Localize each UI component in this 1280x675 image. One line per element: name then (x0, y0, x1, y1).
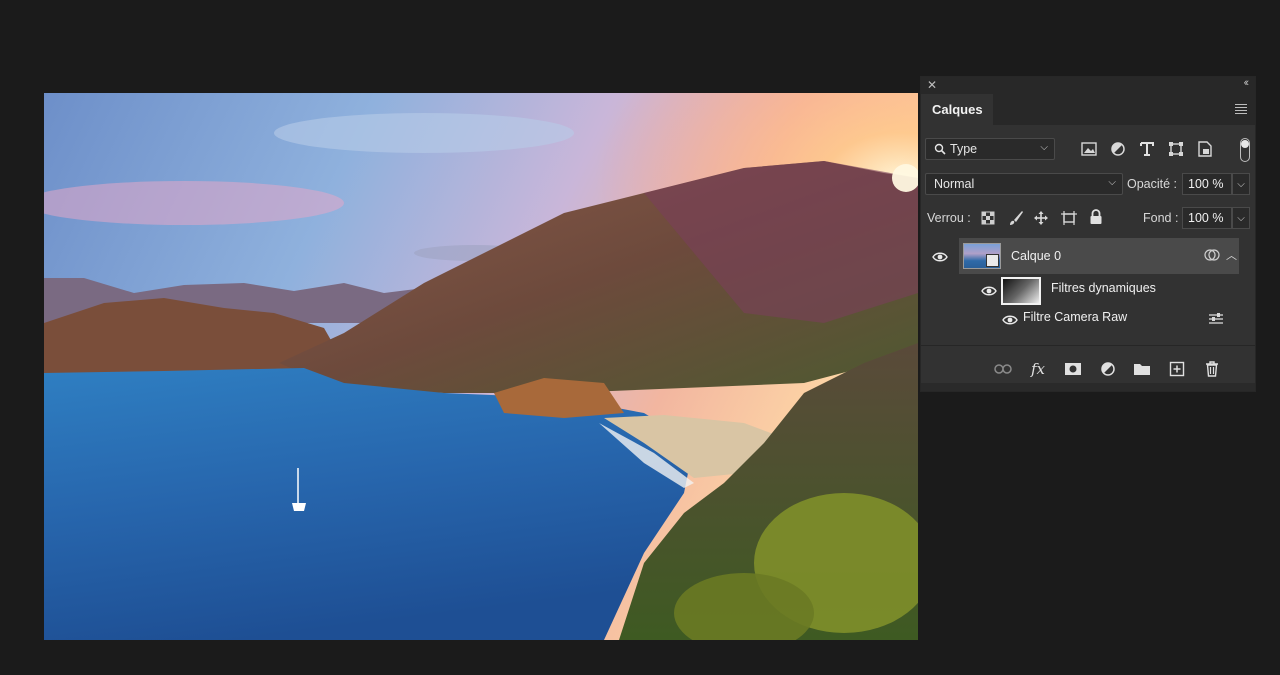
filter-toggle-switch[interactable] (1240, 138, 1250, 162)
chevron-down-icon: ⌵ (1040, 142, 1048, 153)
lock-label: Verrou : (927, 211, 971, 225)
layer-name-smart-filters[interactable]: Filtres dynamiques (1051, 281, 1156, 295)
close-icon[interactable]: ✕ (927, 78, 937, 92)
adjustment-layer-icon[interactable] (1099, 360, 1117, 378)
fill-label: Fond : (1143, 211, 1179, 225)
opacity-dropdown-button[interactable]: ⌵ (1232, 173, 1250, 195)
document-canvas[interactable] (44, 93, 918, 640)
layer-mask-icon[interactable] (1064, 360, 1082, 378)
shape-filter-icon[interactable] (1167, 140, 1185, 158)
search-icon (934, 143, 946, 155)
link-layers-icon[interactable] (994, 360, 1012, 378)
layer-name-camera-raw-filter[interactable]: Filtre Camera Raw (1023, 310, 1127, 324)
image-filter-icon[interactable] (1080, 140, 1098, 158)
visibility-eye-icon[interactable] (932, 251, 948, 263)
fill-value: 100 % (1188, 211, 1224, 225)
blend-mode-value: Normal (934, 177, 975, 191)
smart-filter-mask-thumbnail[interactable] (1001, 277, 1041, 305)
chevron-down-icon: ⌵ (1108, 177, 1116, 188)
new-layer-icon[interactable] (1168, 360, 1186, 378)
layer-name-calque-0[interactable]: Calque 0 (1011, 249, 1061, 263)
opacity-input[interactable]: 100 % (1182, 173, 1232, 195)
panel-resize-handle[interactable] (921, 383, 1255, 391)
panel-title-bar: ✕ ‹‹ (921, 77, 1255, 94)
chevron-up-icon[interactable]: ︿ (1226, 247, 1237, 263)
smart-object-filter-icon[interactable] (1196, 140, 1214, 158)
visibility-eye-icon[interactable] (981, 285, 997, 297)
landscape-photo (44, 93, 918, 640)
lock-all-icon[interactable] (1087, 208, 1105, 226)
lock-transparency-icon[interactable] (979, 209, 997, 227)
smart-filter-icon[interactable] (1204, 248, 1220, 262)
tab-layers-label: Calques (932, 102, 983, 117)
layer-thumbnail (963, 243, 1001, 269)
chevron-down-icon: ⌵ (1237, 212, 1245, 224)
visibility-eye-icon[interactable] (1002, 314, 1018, 326)
fill-input[interactable]: 100 % (1182, 207, 1232, 229)
smart-object-badge-icon (986, 254, 999, 267)
layers-bottom-toolbar: fx (921, 353, 1255, 385)
layer-row-calque-0[interactable] (959, 238, 1239, 274)
divider (921, 345, 1255, 346)
lock-artboard-icon[interactable] (1060, 209, 1078, 227)
layers-panel: ✕ ‹‹ Calques Type ⌵ Normal ⌵ Opacité: 1… (920, 76, 1256, 392)
fill-dropdown-button[interactable]: ⌵ (1232, 207, 1250, 229)
layer-filter-value: Type (950, 142, 978, 156)
trash-icon[interactable] (1203, 360, 1221, 378)
filter-blending-options-icon[interactable] (1208, 313, 1224, 325)
text-filter-icon[interactable] (1138, 140, 1156, 158)
adjustment-filter-icon[interactable] (1109, 140, 1127, 158)
collapse-icon[interactable]: ‹‹ (1244, 77, 1250, 89)
panel-menu-icon[interactable] (1235, 104, 1247, 116)
lock-pixels-icon[interactable] (1007, 209, 1025, 227)
layer-filter-dropdown[interactable]: Type ⌵ (925, 138, 1055, 160)
blend-mode-dropdown[interactable]: Normal ⌵ (925, 173, 1123, 195)
fx-icon[interactable]: fx (1029, 360, 1047, 378)
chevron-down-icon: ⌵ (1237, 178, 1245, 190)
group-folder-icon[interactable] (1133, 360, 1151, 378)
tab-layers[interactable]: Calques (921, 94, 993, 125)
opacity-label: Opacité : (1127, 177, 1178, 191)
lock-position-icon[interactable] (1032, 209, 1050, 227)
opacity-value: 100 % (1188, 177, 1224, 191)
panel-tab-bar: Calques (921, 94, 1255, 125)
